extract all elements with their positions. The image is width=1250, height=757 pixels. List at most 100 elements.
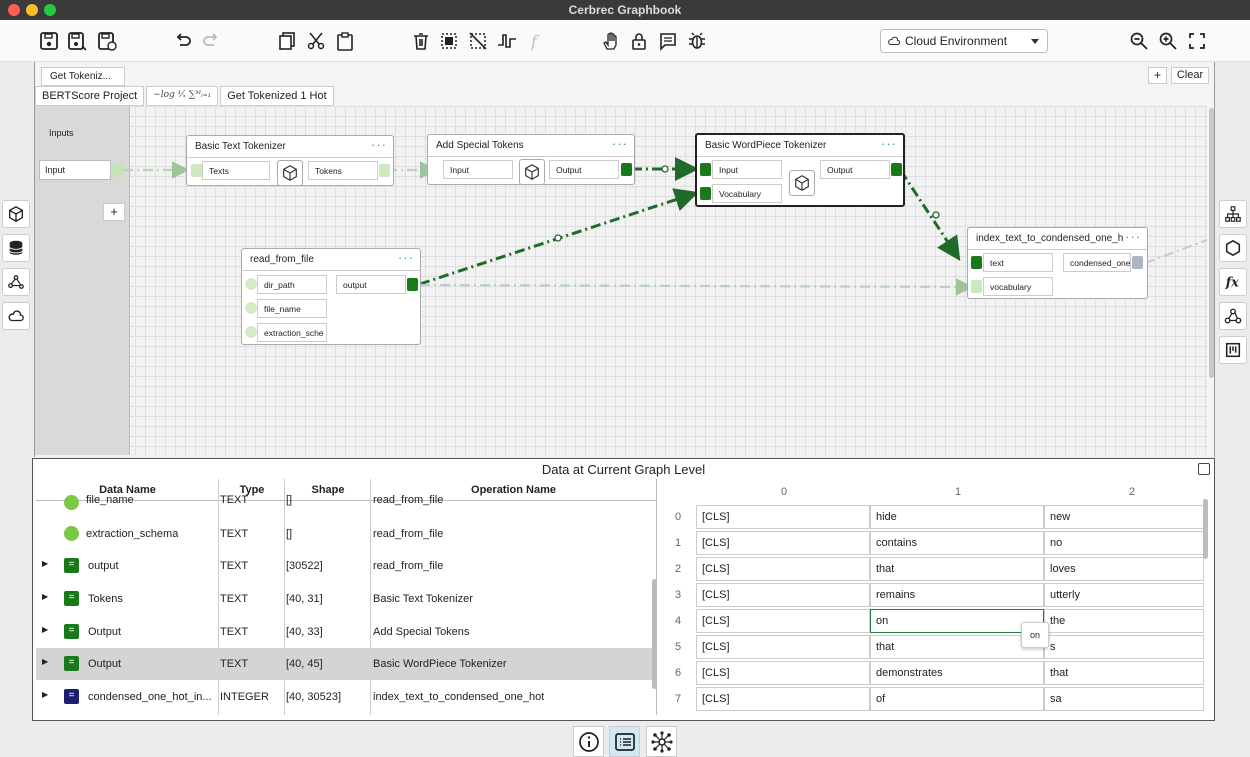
comment-icon[interactable] bbox=[657, 30, 679, 52]
expand-arrow-icon[interactable]: ▶ bbox=[42, 592, 48, 601]
more-options-icon[interactable]: ··· bbox=[398, 250, 414, 265]
board-icon[interactable] bbox=[1219, 336, 1247, 364]
delete-icon[interactable] bbox=[410, 30, 432, 52]
output-port[interactable] bbox=[379, 164, 390, 177]
output-port[interactable] bbox=[891, 163, 902, 176]
grid-scrollbar[interactable] bbox=[1203, 499, 1208, 559]
copy-icon[interactable] bbox=[276, 30, 298, 52]
grid-cell[interactable]: demonstrates bbox=[870, 661, 1044, 685]
clear-button[interactable]: Clear bbox=[1171, 67, 1209, 84]
input-port[interactable] bbox=[971, 256, 982, 269]
deselect-icon[interactable] bbox=[467, 30, 489, 52]
grid-cell[interactable]: [CLS] bbox=[696, 531, 870, 555]
grid-cell[interactable]: [CLS] bbox=[696, 687, 870, 711]
grid-cell[interactable]: [CLS] bbox=[696, 505, 870, 529]
zoom-out-icon[interactable] bbox=[1128, 30, 1150, 52]
fx-icon[interactable]: fx bbox=[1219, 268, 1247, 296]
paste-icon[interactable] bbox=[334, 30, 356, 52]
info-icon[interactable] bbox=[573, 726, 604, 757]
expand-arrow-icon[interactable]: ▶ bbox=[42, 657, 48, 666]
grid-cell[interactable]: that bbox=[870, 557, 1044, 581]
undo-icon[interactable] bbox=[172, 30, 194, 52]
table-row-selected[interactable]: ▶ = Output TEXT [40, 45] Basic WordPiece… bbox=[36, 648, 656, 680]
more-options-icon[interactable]: ··· bbox=[612, 136, 628, 151]
node-read-from-file[interactable]: read_from_file ··· dir_path file_name ext… bbox=[241, 248, 421, 345]
port-vocabulary[interactable]: vocabulary bbox=[983, 277, 1053, 296]
port-vocabulary[interactable]: Vocabulary bbox=[712, 184, 782, 203]
vocabulary-port[interactable] bbox=[700, 187, 711, 200]
cube-icon[interactable] bbox=[2, 200, 30, 228]
port-dir-path[interactable]: dir_path bbox=[257, 275, 327, 294]
grid-cell[interactable]: that bbox=[1044, 661, 1204, 685]
database-icon[interactable] bbox=[2, 234, 30, 262]
table-row[interactable]: file_name TEXT [] read_from_file bbox=[36, 492, 656, 516]
grid-cell[interactable]: of bbox=[870, 687, 1044, 711]
grid-cell[interactable]: contains bbox=[870, 531, 1044, 555]
cloud-icon[interactable] bbox=[2, 302, 30, 330]
hexagon-icon[interactable] bbox=[1219, 234, 1247, 262]
graph-canvas[interactable]: Inputs Input + Basic Text Tokenizer··· bbox=[35, 106, 1207, 455]
node-add-special-tokens[interactable]: Add Special Tokens ··· Input Output bbox=[427, 134, 635, 185]
breadcrumb-item-current[interactable]: Get Tokenized 1 Hot bbox=[220, 86, 334, 106]
grid-cell[interactable]: sa bbox=[1044, 687, 1204, 711]
save-icon[interactable] bbox=[38, 30, 60, 52]
table-row[interactable]: ▶ = output TEXT [30522] read_from_file bbox=[36, 550, 656, 582]
port-condensed-one-hot[interactable]: condensed_one bbox=[1063, 253, 1131, 272]
input-port[interactable] bbox=[700, 163, 711, 176]
package-icon[interactable] bbox=[789, 170, 815, 196]
grid-cell[interactable]: that bbox=[870, 635, 1044, 659]
network-icon[interactable] bbox=[646, 726, 677, 757]
redo-icon[interactable] bbox=[200, 30, 222, 52]
grid-cell[interactable]: loves bbox=[1044, 557, 1204, 581]
input-port[interactable] bbox=[245, 302, 257, 314]
output-port[interactable] bbox=[407, 278, 418, 291]
share-graph-icon[interactable] bbox=[2, 268, 30, 296]
package-icon[interactable] bbox=[519, 159, 545, 185]
more-options-icon[interactable]: ··· bbox=[881, 136, 897, 151]
port-text[interactable]: text bbox=[983, 253, 1053, 272]
port-tokens[interactable]: Tokens bbox=[308, 161, 378, 180]
package-icon[interactable] bbox=[277, 160, 303, 186]
cut-icon[interactable] bbox=[305, 30, 327, 52]
vertical-scrollbar[interactable] bbox=[1209, 108, 1214, 378]
grid-cell[interactable]: hide bbox=[870, 505, 1044, 529]
port-output[interactable]: output bbox=[336, 275, 406, 294]
table-row[interactable]: ▶ = Tokens TEXT [40, 31] Basic Text Toke… bbox=[36, 583, 656, 615]
node-index-text-to-condensed-one-hot[interactable]: index_text_to_condensed_one_h ··· text vo… bbox=[967, 227, 1148, 299]
node-basic-text-tokenizer[interactable]: Basic Text Tokenizer ··· Texts Tokens bbox=[186, 135, 394, 186]
grid-cell[interactable]: [CLS] bbox=[696, 635, 870, 659]
input-port[interactable] bbox=[191, 164, 202, 177]
port-extraction-schema[interactable]: extraction_sche bbox=[257, 323, 327, 342]
tab-get-tokenized[interactable]: Get Tokeniz... bbox=[41, 67, 125, 86]
table-row[interactable]: extraction_schema TEXT [] read_from_file bbox=[36, 518, 656, 550]
input-port[interactable] bbox=[245, 326, 257, 338]
node-basic-wordpiece-tokenizer[interactable]: Basic WordPiece Tokenizer ··· Input Vocab… bbox=[695, 133, 905, 207]
port-output[interactable]: Output bbox=[820, 160, 890, 179]
select-icon[interactable] bbox=[438, 30, 460, 52]
grid-cell[interactable]: s bbox=[1044, 635, 1204, 659]
port-input[interactable]: Input bbox=[712, 160, 782, 179]
fit-screen-icon[interactable] bbox=[1186, 30, 1208, 52]
hand-icon[interactable] bbox=[600, 30, 622, 52]
function-icon[interactable]: f bbox=[524, 30, 546, 52]
breadcrumb-item-project[interactable]: BERTScore Project bbox=[35, 86, 145, 106]
export-icon[interactable] bbox=[96, 30, 118, 52]
panel-menu-icon[interactable] bbox=[1198, 463, 1210, 475]
grid-cell[interactable]: no bbox=[1044, 531, 1204, 555]
port-texts[interactable]: Texts bbox=[202, 161, 270, 180]
expand-arrow-icon[interactable]: ▶ bbox=[42, 690, 48, 699]
environment-select[interactable]: Cloud Environment bbox=[880, 29, 1048, 53]
output-port[interactable] bbox=[621, 163, 632, 176]
webhook-icon[interactable] bbox=[1219, 302, 1247, 330]
vocabulary-port[interactable] bbox=[971, 280, 982, 293]
breadcrumb-item-formula[interactable]: −log ¹⁄ₓ ∑ᴹᵢ₌₁ bbox=[146, 86, 219, 106]
output-port[interactable] bbox=[1132, 256, 1143, 269]
input-port[interactable] bbox=[245, 278, 257, 290]
expand-arrow-icon[interactable]: ▶ bbox=[42, 625, 48, 634]
grid-cell[interactable]: on bbox=[870, 609, 1044, 633]
list-icon[interactable] bbox=[609, 726, 640, 757]
more-options-icon[interactable]: ··· bbox=[371, 137, 387, 152]
grid-cell[interactable]: [CLS] bbox=[696, 557, 870, 581]
save-as-icon[interactable] bbox=[66, 30, 88, 52]
grid-cell[interactable]: utterly bbox=[1044, 583, 1204, 607]
